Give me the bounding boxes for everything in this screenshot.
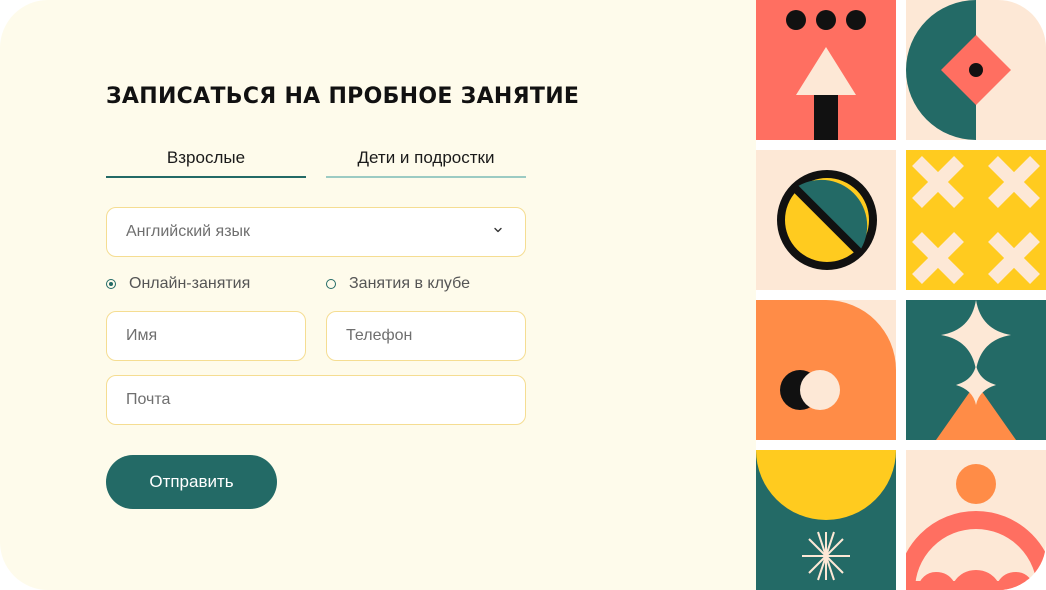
radio-online-label: Онлайн-занятия xyxy=(129,275,251,292)
eyes-arch-tile xyxy=(756,300,896,440)
radio-online[interactable]: Онлайн-занятия xyxy=(106,275,250,293)
radio-club[interactable]: Занятия в клубе xyxy=(326,275,470,293)
name-input[interactable] xyxy=(106,311,306,361)
decorative-mosaic xyxy=(756,0,1046,590)
form-title: ЗАПИСАТЬСЯ НА ПРОБНОЕ ЗАНЯТИЕ xyxy=(106,84,580,109)
ring-tile xyxy=(756,150,896,290)
tab-adults[interactable]: Взрослые xyxy=(106,148,306,178)
cross-tile xyxy=(906,150,1046,290)
star-tile xyxy=(906,300,1046,440)
phone-input[interactable] xyxy=(326,311,526,361)
tab-kids-teens[interactable]: Дети и подростки xyxy=(326,148,526,178)
radio-selected-icon xyxy=(106,279,116,289)
course-select-value: Английский язык xyxy=(126,223,251,240)
radio-club-label: Занятия в клубе xyxy=(349,275,470,292)
signup-card: ЗАПИСАТЬСЯ НА ПРОБНОЕ ЗАНЯТИЕ Взрослые Д… xyxy=(0,0,1046,590)
course-select[interactable]: Английский язык xyxy=(106,207,526,257)
chevron-down-icon xyxy=(494,227,502,233)
arrow-tile xyxy=(756,0,896,140)
email-input[interactable] xyxy=(106,375,526,425)
sunrise-tile xyxy=(906,450,1046,590)
sun-snowflake-tile xyxy=(756,450,896,590)
radio-unselected-icon xyxy=(326,279,336,289)
submit-button[interactable]: Отправить xyxy=(106,455,277,509)
diamond-circle-tile xyxy=(906,0,1046,140)
